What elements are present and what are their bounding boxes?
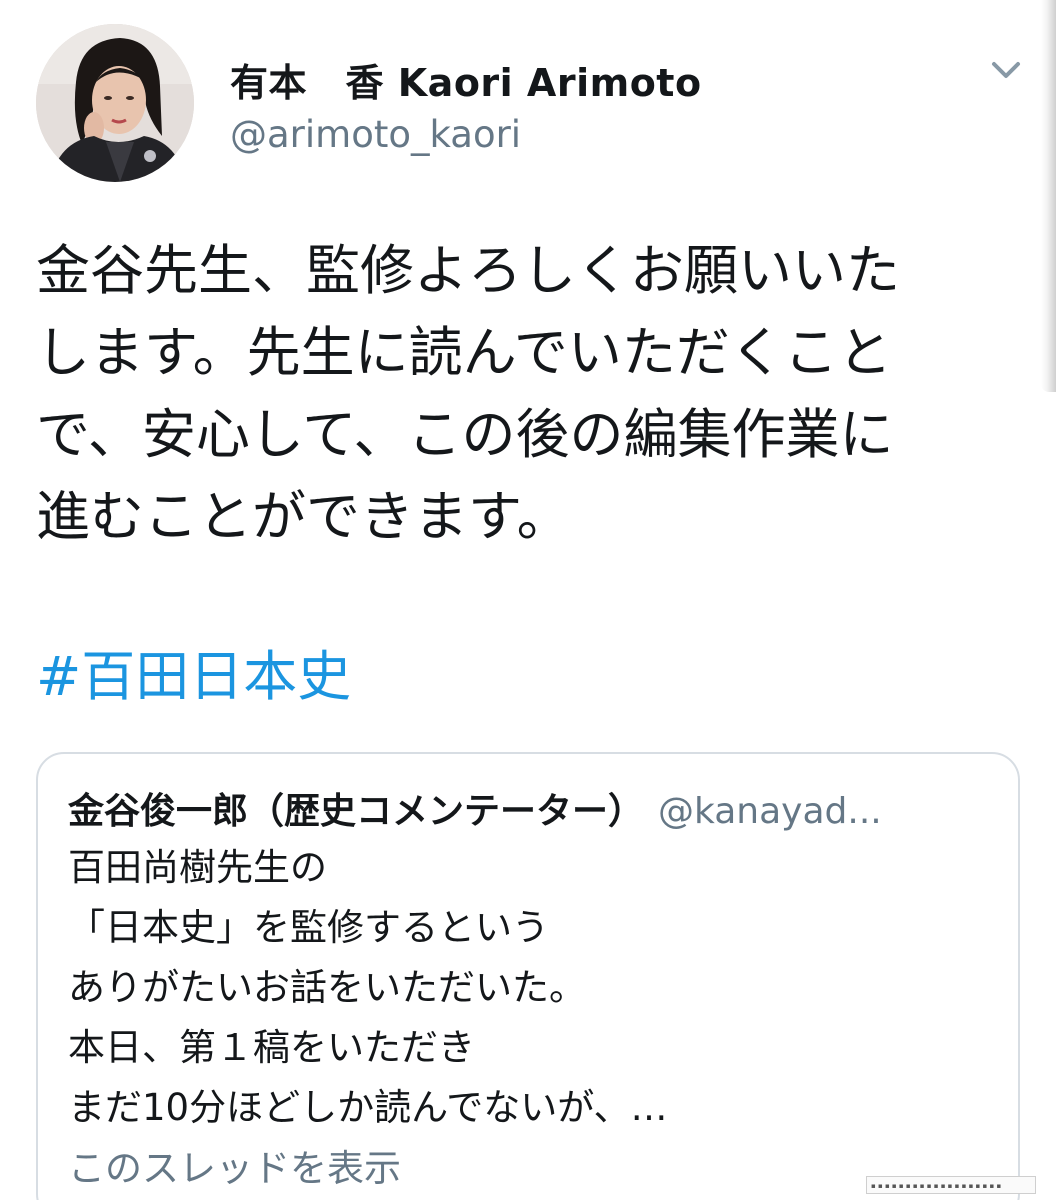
tweet-text: 金谷先生、監修よろしくお願いいた します。先生に読んでいただくこと で、安心して… (36, 239, 900, 548)
show-thread-link[interactable]: このスレッドを表示 (68, 1138, 401, 1192)
watermark-stamp: ▪ ▪ ▪ ▪ ▪ ▪ ▪ ▪ ▪ ▪ ▪ ▪ ▪ ▪ ▪ ▪ ▪ ▪ ▪ (866, 1176, 1036, 1194)
user-handle[interactable]: @arimoto_kaori (230, 113, 521, 156)
chevron-down-icon[interactable] (984, 52, 1028, 88)
avatar[interactable] (36, 24, 194, 182)
avatar-photo (36, 24, 194, 182)
quoted-display-name: 金谷俊一郎（歴史コメンテーター） (68, 791, 645, 832)
quoted-tweet-card[interactable]: 金谷俊一郎（歴史コメンテーター） @kanayad... 百田尚樹先生の 「日本史… (36, 752, 1020, 1200)
display-name[interactable]: 有本 香 Kaori Arimoto (230, 52, 702, 107)
quoted-user-handle: @kanayad... (658, 791, 882, 832)
quoted-tweet-header: 金谷俊一郎（歴史コメンテーター） @kanayad... (68, 782, 998, 834)
hashtag-link[interactable]: #百田日本史 (36, 636, 351, 718)
scrollbar[interactable] (1041, 0, 1056, 392)
quoted-tweet-text: 百田尚樹先生の 「日本史」を監修するという ありがたいお話をいただいた。 本日、… (68, 846, 668, 1129)
